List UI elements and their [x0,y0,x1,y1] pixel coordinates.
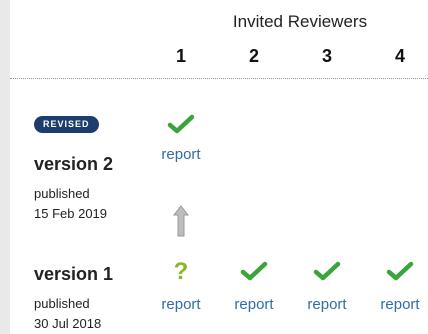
revised-badge: REVISED [34,116,99,133]
check-icon [385,259,415,283]
version-1-published-label: published [34,296,90,311]
reviewer-1-number: 1 [175,46,186,66]
version-1-reviewer-2-report-link[interactable]: report [224,296,284,313]
version-1-reviewer-1-report-link[interactable]: report [151,296,211,313]
version-2-published-date: 15 Feb 2019 [34,206,108,221]
question-mark-icon: ? [166,258,196,282]
check-icon [166,112,196,136]
version-1-published-date: 30 Jul 2018 [34,316,102,331]
header-divider [10,78,428,79]
version-2-reviewer-1-report-link[interactable]: report [151,146,211,163]
version-2-published-label: published [34,186,90,201]
up-arrow-icon [171,204,191,238]
reviewer-2-number: 2 [248,46,259,66]
version-1-reviewer-3-report-link[interactable]: report [297,296,357,313]
check-icon [312,259,342,283]
reviewer-3-number: 3 [321,46,332,66]
version-1-title: version 1 [34,264,114,284]
version-2-title: version 2 [34,154,114,174]
svg-text:?: ? [174,258,189,282]
check-icon [239,259,269,283]
left-sidebar-strip [0,0,10,334]
reviewer-4-number: 4 [394,46,405,66]
invited-reviewers-heading: Invited Reviewers [232,12,368,31]
version-1-reviewer-4-report-link[interactable]: report [370,296,428,313]
